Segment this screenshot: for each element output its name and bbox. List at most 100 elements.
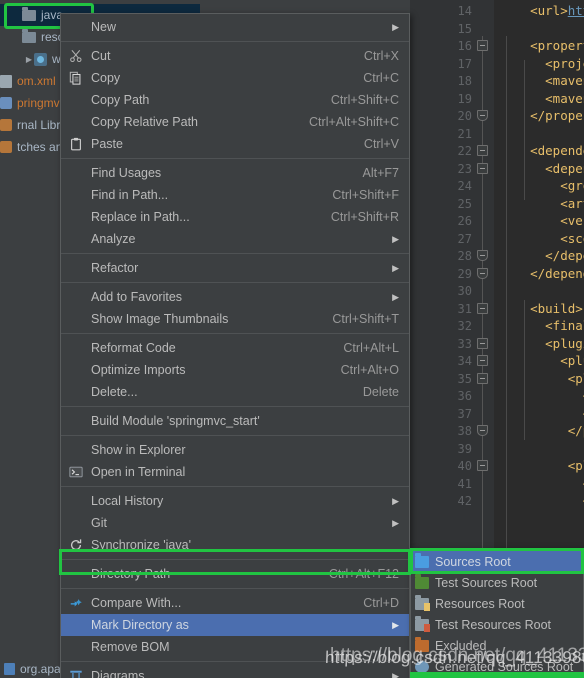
code-line: <v [500,406,584,421]
menu-item-synchronize-java[interactable]: Synchronize 'java' [61,534,409,556]
submenu-item-sources-root[interactable]: Sources Root [411,551,583,572]
code-fold-toggle-icon[interactable] [477,425,488,436]
menu-item-cut[interactable]: Cut Ctrl+X [61,45,409,67]
menu-item-analyze[interactable]: Analyze ▶ [61,228,409,250]
code-line: <plu [567,458,584,473]
code-line: <project [545,55,584,71]
submenu-item-test-resources-root[interactable]: Test Resources Root [411,614,583,635]
line-number: 41 [457,476,472,491]
submenu-item-excluded[interactable]: Excluded [411,635,583,656]
web-module-icon [34,52,47,66]
submenu-arrow-icon: ▶ [392,21,399,32]
line-number: 36 [457,389,472,403]
line-number: 32 [457,319,472,333]
code-fold-toggle-icon[interactable] [477,302,488,314]
menu-item-copy[interactable]: Copy Ctrl+C [61,67,409,89]
menu-item-delete[interactable]: Delete... Delete [61,381,409,403]
menu-separator [61,588,409,589]
menu-item-local-history[interactable]: Local History ▶ [61,490,409,512]
line-number: 37 [457,406,472,421]
menu-item-copy-relative-path[interactable]: Copy Relative Path Ctrl+Alt+Shift+C [61,111,409,133]
menu-item-find-usages[interactable]: Find Usages Alt+F7 [61,162,409,184]
code-fold-toggle-icon[interactable] [477,110,488,121]
menu-item-label: Analyze [91,232,136,246]
menu-item-diagrams[interactable]: Diagrams ▶ [61,665,409,678]
submenu-arrow-icon: ▶ [392,233,399,244]
submenu-item-resources-root[interactable]: Resources Root [411,593,583,614]
line-number: 22 [457,144,472,158]
menu-item-label: Local History [91,494,164,508]
scratches-icon [0,141,12,153]
code-line: <a [500,389,584,403]
submenu-arrow-icon: ▶ [392,291,399,302]
code-fold-toggle-icon[interactable] [477,267,488,279]
menu-item-optimize-imports[interactable]: Optimize Imports Ctrl+Alt+O [61,359,409,381]
submenu-arrow-icon: ▶ [392,517,399,528]
code-fold-toggle-icon[interactable] [477,40,488,51]
submenu-item-label: Test Sources Root [435,575,538,590]
code-line: <propertie [530,38,584,53]
folder-badge [424,623,430,632]
indent-guide [524,60,525,200]
menu-separator [61,661,409,662]
menu-item-copy-path[interactable]: Copy Path Ctrl+Shift+C [61,89,409,111]
code-line: <dependenc [530,143,584,158]
menu-item-shortcut: Ctrl+Alt+Shift+C [309,115,399,129]
menu-item-reformat-code[interactable]: Reformat Code Ctrl+Alt+L [61,337,409,359]
code-fold-toggle-icon[interactable] [477,337,488,349]
diagram-icon [69,669,83,678]
menu-item-compare-with[interactable]: Compare With... Ctrl+D [61,592,409,614]
menu-item-label: Git [91,516,107,530]
menu-item-find-in-path[interactable]: Find in Path... Ctrl+Shift+F [61,184,409,206]
code-fold-toggle-icon[interactable] [477,372,488,384]
menu-item-show-image-thumbnails[interactable]: Show Image Thumbnails Ctrl+Shift+T [61,308,409,330]
menu-item-show-in-explorer[interactable]: Show in Explorer [61,439,409,461]
tree-expand-arrow-icon[interactable]: ▶ [24,55,34,64]
indent-guide [524,300,525,440]
menu-separator [61,435,409,436]
code-line: <group [560,178,584,193]
line-number: 31 [457,301,472,316]
code-line: <maven.c [545,73,584,88]
code-line: <maven.c [545,90,584,106]
code-fold-toggle-icon[interactable] [477,145,488,156]
menu-item-refactor[interactable]: Refactor ▶ [61,257,409,279]
menu-item-build-module-springmvc-start[interactable]: Build Module 'springmvc_start' [61,410,409,432]
menu-item-add-to-favorites[interactable]: Add to Favorites ▶ [61,286,409,308]
code-fold-toggle-icon[interactable] [477,250,488,261]
menu-item-replace-in-path[interactable]: Replace in Path... Ctrl+Shift+R [61,206,409,228]
terminal-icon [69,465,83,479]
folder-badge [424,602,430,611]
menu-item-new[interactable]: New ▶ [61,16,409,38]
menu-item-label: Reformat Code [91,341,176,355]
code-fold-toggle-icon[interactable] [477,355,488,366]
code-line: </depend [545,248,584,263]
line-number: 39 [457,441,472,456]
menu-item-paste[interactable]: Paste Ctrl+V [61,133,409,155]
menu-item-remove-bom[interactable]: Remove BOM [61,636,409,658]
menu-item-shortcut: Ctrl+Shift+T [332,312,399,326]
menu-separator [61,406,409,407]
folder-flap [415,552,421,556]
menu-item-open-in-terminal[interactable]: Open in Terminal [61,461,409,483]
code-line: <artif [560,195,584,211]
menu-item-git[interactable]: Git ▶ [61,512,409,534]
sync-icon [69,538,83,552]
code-fold-toggle-icon[interactable] [477,460,488,471]
submenu-item-test-sources-root[interactable]: Test Sources Root [411,572,583,593]
indent-guide [506,36,507,606]
sources-root-folder-icon [415,552,429,568]
code-fold-toggle-icon[interactable] [477,162,488,174]
line-number: 17 [457,56,472,71]
paste-icon [69,137,83,151]
compare-icon [69,596,83,610]
line-number: 23 [457,161,472,176]
ide-screenshot: javaresou▶webapom.xmlpringmvc_srnal Libr… [0,0,584,678]
menu-item-directory-path[interactable]: Directory Path Ctrl+Alt+F12 [61,563,409,585]
menu-item-mark-directory-as[interactable]: Mark Directory as ▶ [61,614,409,636]
menu-item-label: Replace in Path... [91,210,190,224]
line-number: 16 [457,39,472,53]
context-menu[interactable]: New ▶ Cut Ctrl+X Copy Ctrl+C Copy Path Ctrl+Shi… [60,13,410,678]
mark-directory-as-submenu[interactable]: Sources Root Test Sources Root Resources R… [410,548,584,678]
line-number: 38 [457,424,472,438]
